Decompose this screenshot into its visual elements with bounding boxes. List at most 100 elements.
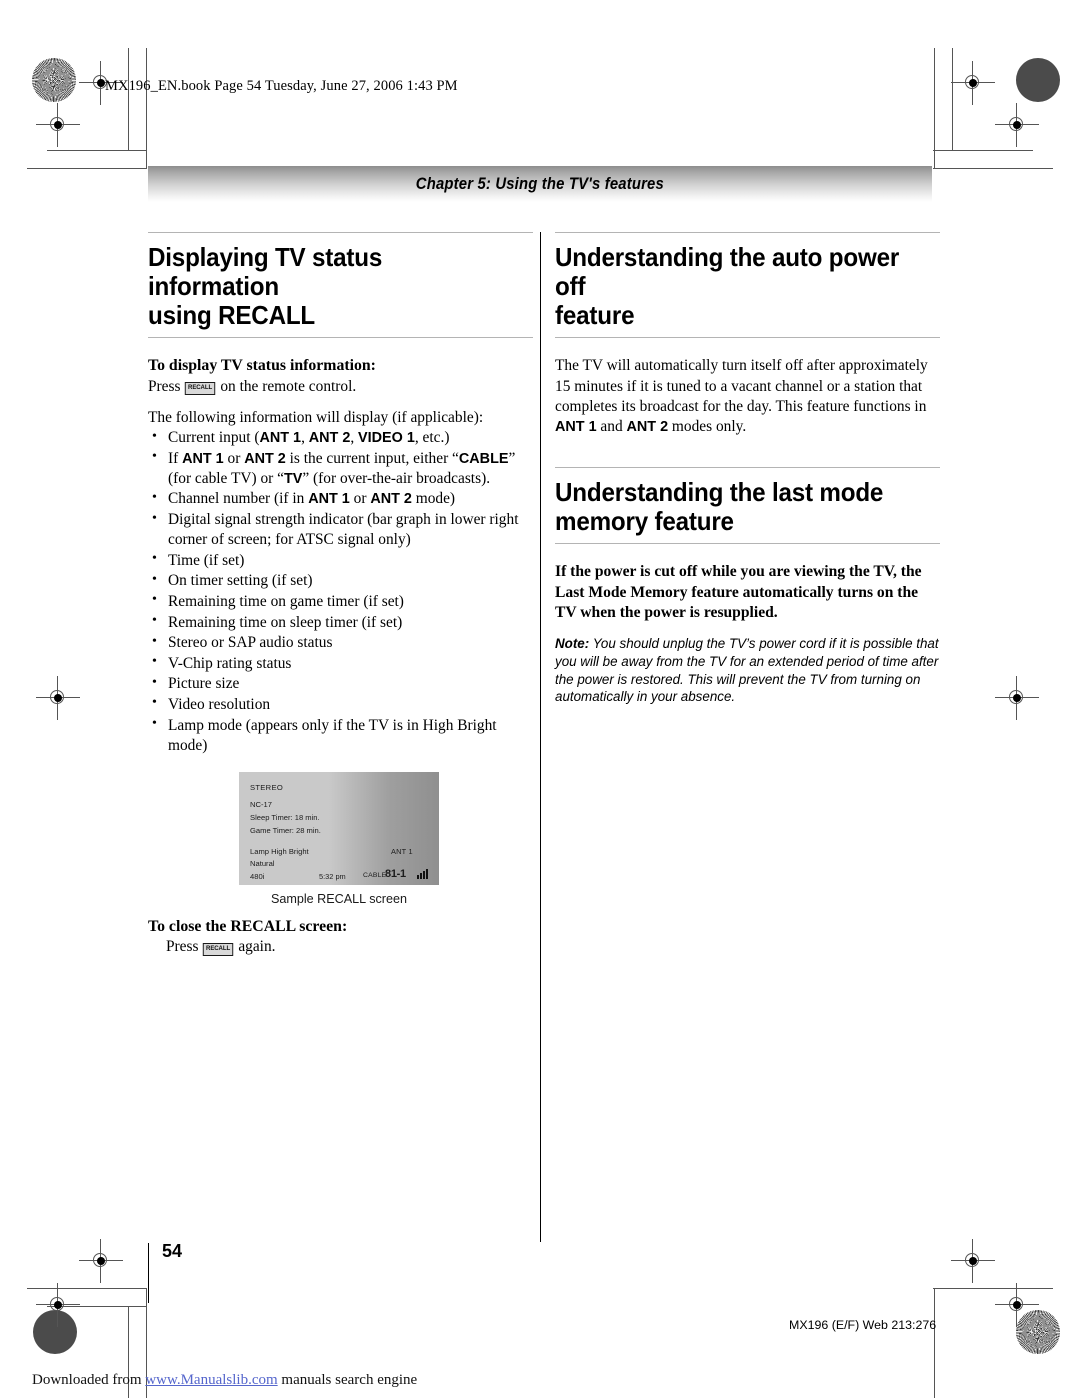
note-text: You should unplug the TV’s power cord if… [555, 635, 939, 705]
emphasis-term: TV [283, 470, 303, 487]
density-target [1016, 58, 1060, 102]
list-item: Channel number (if in ANT 1 or ANT 2 mod… [148, 489, 533, 509]
emphasis-term: CABLE [458, 450, 509, 467]
recall-antenna: ANT 1 [391, 846, 413, 856]
emphasis-term: ANT 1 [259, 430, 302, 447]
emphasis-term: ANT 2 [308, 430, 351, 447]
recall-sleep-timer: Sleep Timer: 18 min. [250, 812, 320, 822]
emphasis-term: ANT 2 [244, 450, 286, 467]
recall-source: CABLE [363, 871, 387, 879]
registration-mark [995, 676, 1039, 720]
list-item: Remaining time on sleep timer (if set) [148, 612, 533, 633]
list-item: Lamp mode (appears only if the TV is in … [148, 715, 533, 756]
emphasis-term: VIDEO 1 [358, 430, 415, 447]
recall-time: 5:32 pm [319, 871, 346, 881]
downloaded-suffix: manuals search engine [277, 1372, 418, 1388]
downloaded-prefix: Downloaded from [32, 1372, 146, 1388]
auto-power-off-body: The TV will automatically turn itself of… [555, 357, 928, 435]
sample-recall-screen: STEREO NC-17 Sleep Timer: 18 min. Game T… [239, 771, 439, 885]
page-number-rule [148, 1243, 149, 1303]
crop-mark [934, 48, 935, 168]
left-column: Displaying TV status information using R… [148, 232, 533, 957]
info-list-intro: The following information will display (… [148, 409, 484, 427]
recall-key-icon: RECALL [185, 382, 216, 396]
press-recall-instruction: Press RECALL on the remote control. [148, 377, 533, 397]
crop-mark [933, 1288, 1053, 1289]
section-heading-recall-line1: Displaying TV status information [148, 242, 383, 302]
note-label: Note: [555, 635, 590, 651]
file-stamp: MX196_EN.book Page 54 Tuesday, June 27, … [105, 78, 458, 94]
emphasis-term: ANT 1 [182, 450, 224, 467]
list-item: Picture size [148, 674, 533, 694]
list-item: Video resolution [148, 694, 533, 715]
recall-key-icon: RECALL [203, 942, 234, 956]
crop-mark [934, 1288, 935, 1398]
section-heading-auto-power-off: Understanding the auto power off feature [555, 232, 940, 339]
section-heading-last-mode-memory: Understanding the last mode memory featu… [555, 467, 940, 545]
page-number: 54 [162, 1241, 183, 1261]
section-heading-recall-line2: using RECALL [148, 300, 316, 331]
right-column: Understanding the auto power off feature… [555, 232, 940, 706]
section-heading-auto-power-off-line1: Understanding the auto power off [555, 242, 900, 302]
recall-picture-mode: Natural [250, 858, 275, 868]
close-prefix: Press [166, 938, 199, 956]
crop-mark [27, 1288, 147, 1289]
last-mode-memory-lead: If the power is cut off while you are vi… [555, 563, 922, 622]
list-item: V-Chip rating status [148, 653, 533, 674]
registration-mark [995, 103, 1039, 147]
crop-mark [47, 150, 147, 151]
recall-figure: STEREO NC-17 Sleep Timer: 18 min. Game T… [239, 771, 439, 906]
press-suffix: on the remote control. [220, 377, 357, 395]
crop-mark [128, 48, 129, 150]
status-info-list: Current input (ANT 1, ANT 2, VIDEO 1, et… [148, 428, 533, 756]
press-prefix: Press [148, 377, 181, 395]
crop-mark [933, 150, 1033, 151]
last-mode-memory-note: Note: You should unplug the TV’s power c… [555, 635, 940, 706]
section-heading-last-mode-memory-line1: Understanding the last mode [555, 477, 884, 508]
section-heading-last-mode-memory-line2: memory feature [555, 506, 734, 537]
column-divider [540, 232, 541, 1242]
emphasis-term: ANT 2 [626, 418, 669, 435]
registration-mark [951, 1239, 995, 1283]
list-item: If ANT 1 or ANT 2 is the current input, … [148, 448, 533, 489]
document-code: MX196 (E/F) Web 213:276 [789, 1318, 937, 1332]
manualslib-link[interactable]: www.Manualslib.com [145, 1372, 277, 1388]
signal-strength-icon [417, 868, 432, 879]
crop-mark [933, 168, 1053, 169]
crop-mark [146, 48, 147, 168]
recall-resolution: 480i [250, 871, 265, 881]
registration-mark [36, 1283, 80, 1327]
recall-game-timer: Game Timer: 28 min. [250, 825, 321, 835]
subheading-display-status: To display TV status information: [148, 357, 376, 375]
close-recall-instruction: Press RECALL again. [148, 937, 533, 957]
recall-channel: 81-1 [385, 867, 406, 880]
section-heading-auto-power-off-line2: feature [555, 300, 635, 331]
crop-mark [27, 168, 147, 169]
list-item: Digital signal strength indicator (bar g… [148, 510, 533, 550]
list-item: On timer setting (if set) [148, 571, 533, 591]
emphasis-term: ANT 1 [555, 418, 597, 435]
chapter-banner-label: Chapter 5: Using the TV's features [415, 174, 665, 193]
figure-caption: Sample RECALL screen [270, 891, 408, 906]
registration-mark [951, 61, 995, 105]
close-suffix: again. [238, 938, 276, 956]
list-item: Remaining time on game timer (if set) [148, 591, 533, 612]
subheading-close-recall: To close the RECALL screen: [148, 917, 348, 935]
registration-mark [79, 1239, 123, 1283]
list-item: Current input (ANT 1, ANT 2, VIDEO 1, et… [148, 428, 533, 448]
crop-mark [952, 48, 953, 150]
registration-mark [36, 676, 80, 720]
recall-lamp-mode: Lamp High Bright [250, 846, 309, 856]
registration-mark [995, 1283, 1039, 1327]
registration-mark [36, 103, 80, 147]
document-page: MX196_EN.book Page 54 Tuesday, June 27, … [0, 0, 1080, 1398]
chapter-banner: Chapter 5: Using the TV's features [148, 166, 932, 202]
emphasis-term: ANT 2 [370, 491, 412, 508]
recall-rating: NC-17 [250, 799, 272, 809]
downloaded-notice: Downloaded from www.Manualslib.com manua… [32, 1372, 417, 1389]
emphasis-term: ANT 1 [308, 491, 350, 508]
recall-stereo: STEREO [250, 782, 284, 792]
list-item: Time (if set) [148, 550, 533, 571]
moire-target [32, 58, 76, 102]
list-item: Stereo or SAP audio status [148, 633, 533, 653]
